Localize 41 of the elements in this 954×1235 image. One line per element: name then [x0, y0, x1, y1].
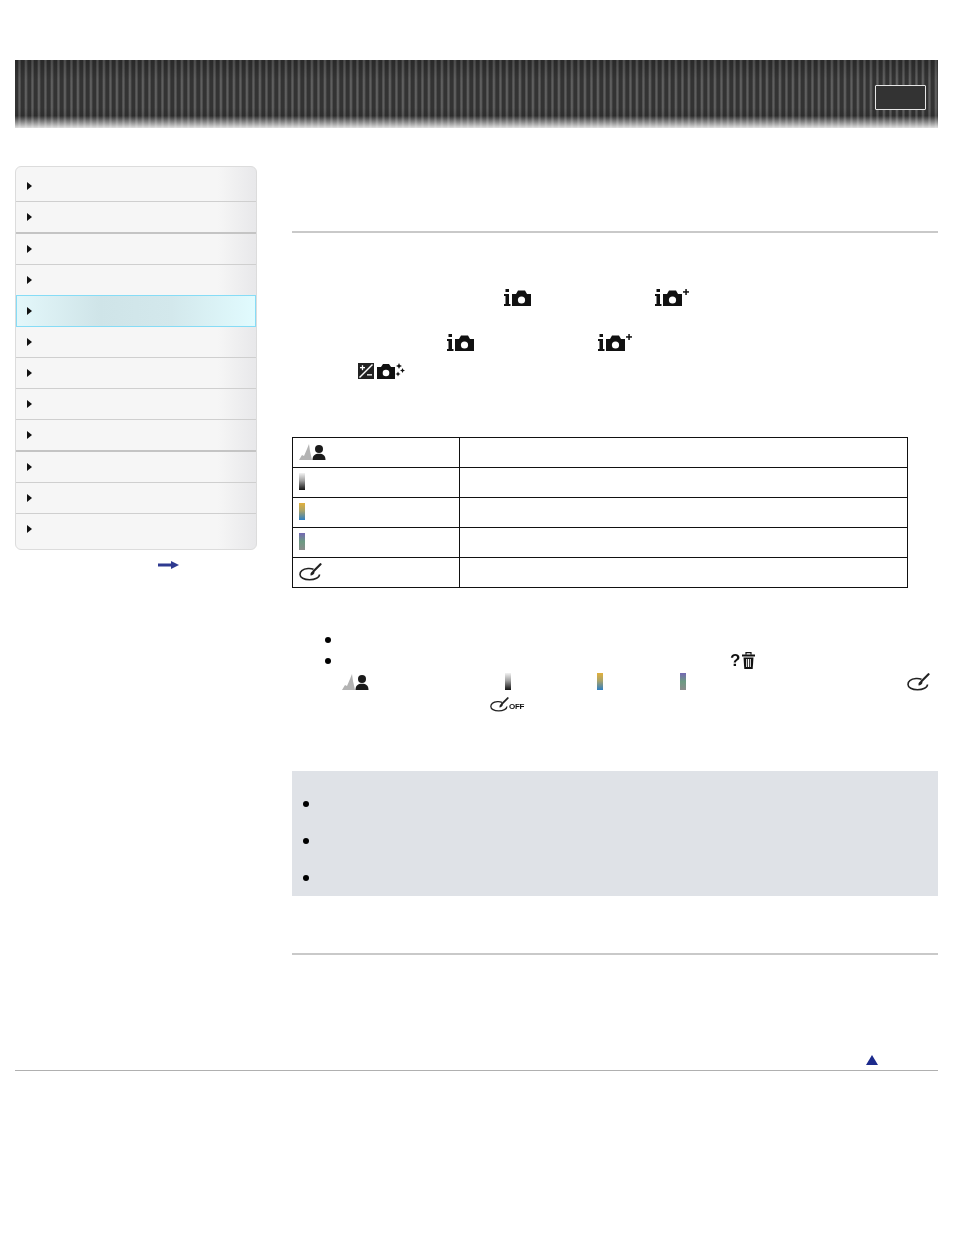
- caret-icon: [27, 494, 32, 502]
- bullet-icon: [325, 636, 331, 643]
- gradient-swatch-icon: [299, 533, 305, 550]
- right-arrow-icon[interactable]: [158, 561, 179, 569]
- palette-brush-icon: [490, 697, 509, 712]
- palette-brush-icon: [907, 672, 930, 691]
- mountain-person-icon: [342, 673, 370, 690]
- camera-sparkle-icon: [377, 363, 405, 379]
- gradient-swatch-icon: [505, 673, 511, 690]
- caret-icon: [27, 431, 32, 439]
- bullet-icon: [303, 874, 309, 881]
- header-button[interactable]: [875, 85, 926, 110]
- i-camera-plus-icon: [655, 289, 689, 306]
- caret-icon: [27, 369, 32, 377]
- gradient-swatch-icon: [299, 473, 305, 490]
- mountain-person-icon: [299, 443, 327, 460]
- caret-icon: [27, 525, 32, 533]
- i-camera-plus-icon: [598, 334, 632, 351]
- sidebar-item[interactable]: [16, 295, 256, 327]
- question-mark: ?: [730, 652, 741, 669]
- caret-icon: [27, 338, 32, 346]
- bullet-icon: [325, 657, 331, 664]
- caret-icon: [27, 463, 32, 471]
- caret-icon: [27, 182, 32, 190]
- caret-icon: [27, 276, 32, 284]
- palette-brush-icon: [299, 563, 322, 581]
- trash-icon: [742, 652, 756, 669]
- caret-icon: [27, 213, 32, 221]
- bullet-icon: [303, 800, 309, 807]
- caret-icon: [27, 400, 32, 408]
- gradient-swatch-icon: [299, 503, 305, 520]
- caret-icon: [27, 307, 32, 315]
- i-camera-icon: [504, 289, 531, 306]
- caret-icon: [27, 245, 32, 253]
- gradient-swatch-icon: [597, 673, 603, 690]
- exposure-icon: [358, 363, 374, 379]
- off-label: OFF: [509, 703, 525, 711]
- up-arrow-icon[interactable]: [866, 1055, 878, 1065]
- bullet-icon: [303, 837, 309, 844]
- i-camera-icon: [447, 334, 474, 351]
- gradient-swatch-icon: [680, 673, 686, 690]
